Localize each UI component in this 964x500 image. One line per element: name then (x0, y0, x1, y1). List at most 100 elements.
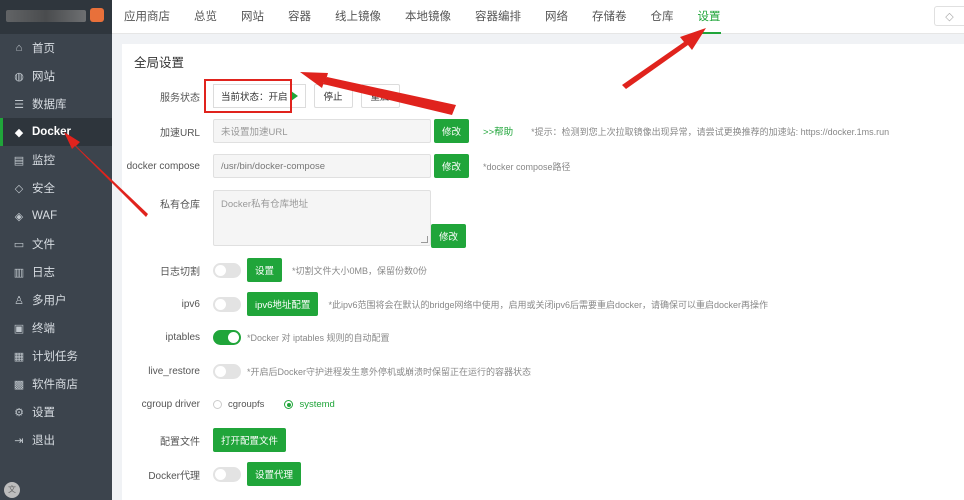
compose-label: docker compose (126, 160, 200, 172)
live-restore-toggle[interactable] (213, 364, 241, 379)
registry-label: 私有仓库 (160, 200, 200, 211)
sidebar-item-label: 多用户 (32, 295, 67, 307)
cgroupfs-label: cgroupfs (228, 399, 265, 410)
tab-2[interactable]: 网站 (229, 0, 276, 34)
sidebar-item-label: 数据库 (32, 99, 67, 111)
registry-row: 私有仓库 Docker私有仓库地址 修改 (122, 190, 964, 248)
waf-shield-icon: ◈ (14, 210, 24, 223)
systemd-label: systemd (299, 399, 335, 410)
iptables-label: iptables (165, 332, 200, 343)
config-file-label: 配置文件 (160, 436, 200, 448)
sidebar-item-label: 退出 (32, 435, 55, 447)
log-cut-settings-button[interactable]: 设置 (247, 258, 283, 282)
sidebar-item-waf-shield[interactable]: ◈ WAF (0, 202, 112, 230)
sidebar-item-log[interactable]: ▥ 日志 (0, 258, 112, 286)
sidebar-item-database[interactable]: ☰ 数据库 (0, 90, 112, 118)
log-cut-hint: *切割文件大小0MB，保留份数0份 (292, 265, 428, 276)
tab-3[interactable]: 容器 (276, 0, 323, 34)
blurred-server-name (6, 10, 86, 22)
tab-7[interactable]: 网络 (533, 0, 580, 34)
open-config-file-button[interactable]: 打开配置文件 (213, 428, 287, 452)
set-proxy-button[interactable]: 设置代理 (247, 462, 302, 486)
cgroup-label: cgroup driver (141, 399, 200, 410)
sidebar-item-label: 终端 (32, 323, 55, 335)
tab-4[interactable]: 线上镜像 (323, 0, 393, 34)
log-cut-label: 日志切割 (160, 266, 200, 278)
sidebar-item-label: 网站 (32, 71, 55, 83)
gear-icon: ⚙ (14, 406, 24, 419)
schedule-icon: ▦ (13, 350, 25, 363)
tab-0[interactable]: 应用商店 (112, 0, 182, 34)
ipv6-hint: *此ipv6范围将会在默认的bridge网络中使用，启用或关闭ipv6后需要重启… (328, 299, 769, 310)
iptables-toggle[interactable] (213, 330, 241, 345)
accel-help-link[interactable]: >>帮助 (483, 124, 513, 138)
systemd-radio[interactable]: systemd (284, 399, 335, 410)
config-file-row: 配置文件 打开配置文件 (122, 428, 964, 452)
radio-dot (284, 400, 294, 409)
sidebar-item-terminal[interactable]: ▣ 终端 (0, 314, 112, 342)
tab-6[interactable]: 容器编排 (463, 0, 533, 34)
registry-textarea[interactable]: Docker私有仓库地址 (213, 190, 431, 246)
monitor-icon: ▤ (13, 154, 25, 167)
accel-url-input[interactable]: 未设置加速URL (213, 119, 431, 143)
tab-10[interactable]: 设置 (686, 0, 733, 34)
compose-hint: *docker compose路径 (483, 161, 571, 172)
avatar[interactable]: 文 (4, 482, 20, 498)
users-icon: ♙ (14, 294, 24, 307)
cgroupfs-radio[interactable]: cgroupfs (213, 399, 264, 410)
iptables-hint: *Docker 对 iptables 规则的自动配置 (247, 333, 390, 343)
iptables-row: iptables *Docker 对 iptables 规则的自动配置 (122, 330, 964, 345)
ipv6-config-button[interactable]: ipv6地址配置 (247, 292, 319, 316)
sidebar-item-label: WAF (32, 210, 58, 222)
sidebar-item-gear[interactable]: ⚙ 设置 (0, 398, 112, 426)
tab-5[interactable]: 本地镜像 (393, 0, 463, 34)
sidebar-item-users[interactable]: ♙ 多用户 (0, 286, 112, 314)
compose-row: docker compose /usr/bin/docker-compose 修… (122, 154, 964, 178)
docker-proxy-row: Docker代理 设置代理 (122, 462, 964, 486)
sidebar-item-store[interactable]: ▩ 软件商店 (0, 370, 112, 398)
live-restore-hint: *开启后Docker守护进程发生意外停机或崩溃时保留正在运行的容器状态 (247, 367, 532, 377)
radio-dot (213, 400, 222, 409)
service-status-label: 服务状态 (160, 92, 200, 104)
compose-edit-button[interactable]: 修改 (434, 154, 470, 178)
stop-button[interactable]: 停止 (313, 84, 353, 108)
tab-1[interactable]: 总览 (182, 0, 229, 34)
diamond-icon[interactable]: ◇ (934, 6, 964, 26)
docker-icon: ◆ (14, 126, 24, 139)
log-cut-toggle[interactable] (213, 262, 241, 278)
restart-button[interactable]: 重启 (360, 84, 400, 108)
home-icon: ⌂ (15, 42, 23, 54)
sidebar-item-monitor[interactable]: ▤ 监控 (0, 146, 112, 174)
sidebar-item-label: 安全 (32, 183, 55, 195)
tab-9[interactable]: 仓库 (639, 0, 686, 34)
tab-8[interactable]: 存储卷 (580, 0, 639, 34)
sidebar-item-label: Docker (32, 126, 71, 138)
live-restore-label: live_restore (148, 366, 200, 377)
compose-path-input[interactable]: /usr/bin/docker-compose (213, 154, 431, 178)
sidebar-item-shield[interactable]: ◇ 安全 (0, 174, 112, 202)
sidebar-item-label: 首页 (32, 43, 55, 55)
sidebar-item-label: 计划任务 (32, 351, 78, 363)
sidebar-item-docker[interactable]: ◆ Docker (0, 118, 112, 146)
sidebar-item-schedule[interactable]: ▦ 计划任务 (0, 342, 112, 370)
log-icon: ▥ (13, 266, 25, 279)
ipv6-toggle[interactable] (213, 296, 241, 312)
accel-hint: *提示：检测到您上次拉取镜像出现异常，请尝试更换推荐的加速站: https://… (531, 126, 890, 137)
registry-edit-button[interactable]: 修改 (431, 224, 467, 248)
sidebar-item-globe[interactable]: ◍ 网站 (0, 62, 112, 90)
accel-url-edit-button[interactable]: 修改 (434, 119, 470, 143)
sidebar-header (0, 0, 112, 34)
sidebar-item-label: 日志 (32, 267, 55, 279)
sidebar-item-home[interactable]: ⌂ 首页 (0, 34, 112, 62)
globe-icon: ◍ (14, 70, 24, 83)
store-icon: ▩ (13, 378, 25, 391)
shield-icon: ◇ (14, 182, 24, 195)
docker-proxy-toggle[interactable] (213, 466, 241, 482)
sidebar-item-label: 软件商店 (32, 379, 78, 391)
notification-badge[interactable] (90, 8, 104, 22)
annotation-box (204, 79, 292, 113)
ipv6-row: ipv6 ipv6地址配置 *此ipv6范围将会在默认的bridge网络中使用，… (122, 292, 964, 316)
sidebar-item-folder[interactable]: ▭ 文件 (0, 230, 112, 258)
sidebar-item-logout[interactable]: ⇥ 退出 (0, 426, 112, 454)
cgroup-row: cgroup driver cgroupfs systemd (122, 399, 964, 410)
